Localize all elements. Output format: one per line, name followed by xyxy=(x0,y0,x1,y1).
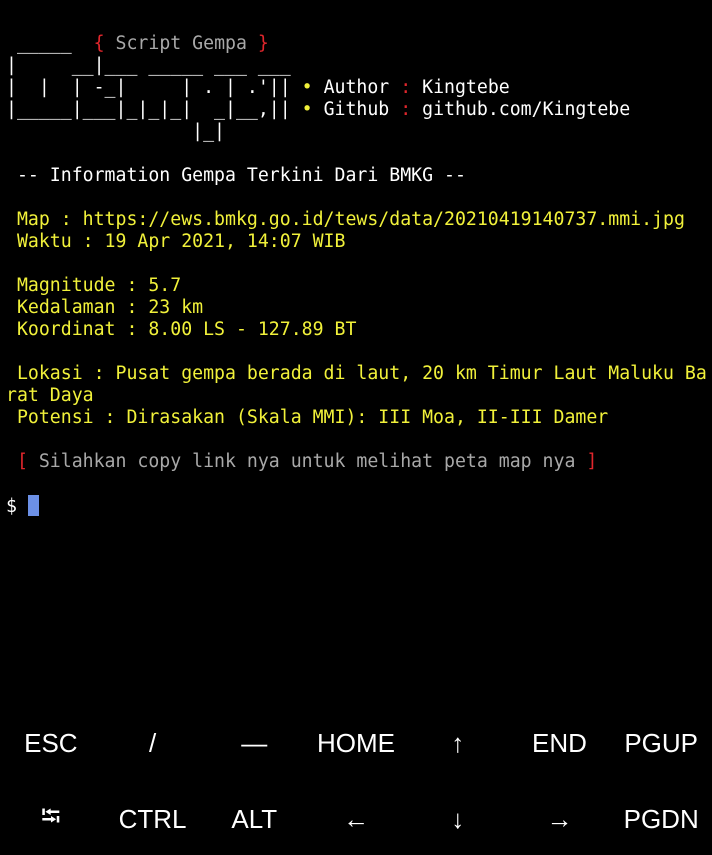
potensi-line: Potensi : Dirasakan (Skala MMI): III Moa… xyxy=(6,407,609,428)
banner-line-3: | | | -_| | . | .'|| • Author : Kingtebe xyxy=(6,77,510,98)
github-separator: : xyxy=(400,99,412,120)
key-left-arrow-icon[interactable]: ← xyxy=(305,784,407,855)
author-value: Kingtebe xyxy=(422,77,510,98)
magnitude-line: Magnitude : 5.7 xyxy=(6,275,182,296)
key-slash[interactable]: / xyxy=(102,708,204,779)
prompt-line[interactable]: $ xyxy=(6,495,710,517)
bullet-icon: • xyxy=(301,99,313,120)
key-esc[interactable]: ESC xyxy=(0,708,102,779)
extra-keys-bar: ESC / — HOME ↑ END PGUP ⭾ CTRL ALT ← ↓ →… xyxy=(0,708,712,850)
key-pgdn[interactable]: PGDN xyxy=(610,784,712,855)
banner-title: Script Gempa xyxy=(115,33,247,54)
notice-line: [ Silahkan copy link nya untuk melihat p… xyxy=(6,451,710,473)
banner-line-2: | __|___ _____ ___ ___ xyxy=(6,55,710,77)
key-down-arrow-icon[interactable]: ↓ xyxy=(407,784,509,855)
banner-line-5: |_| xyxy=(6,121,710,143)
lokasi-line: Lokasi : Pusat gempa berada di laut, 20 … xyxy=(6,363,707,384)
notice-bracket-close: ] xyxy=(586,451,598,472)
author-separator: : xyxy=(400,77,412,98)
banner-line-4: |_____|___|_|_|_| _|__,|| • Github : git… xyxy=(6,99,631,120)
notice-text: Silahkan copy link nya untuk melihat pet… xyxy=(27,451,587,472)
map-line: Map : https://ews.bmkg.go.id/tews/data/2… xyxy=(6,209,685,230)
text-cursor[interactable] xyxy=(27,495,39,516)
banner-art: | __|___ _____ ___ ___ xyxy=(6,55,291,76)
kedalaman-line: Kedalaman : 23 km xyxy=(6,297,204,318)
banner-brace-close: } xyxy=(246,33,269,54)
github-value: github.com/Kingtebe xyxy=(422,99,631,120)
terminal-output[interactable]: _____ { Script Gempa } | __|___ _____ __… xyxy=(6,33,710,517)
lokasi-line-wrap: rat Daya xyxy=(6,385,94,406)
extra-keys-row-1: ESC / — HOME ↑ END PGUP xyxy=(0,708,712,779)
key-alt[interactable]: ALT xyxy=(203,784,305,855)
key-home[interactable]: HOME xyxy=(305,708,407,779)
waktu-line: Waktu : 19 Apr 2021, 14:07 WIB xyxy=(6,231,346,252)
github-label: Github xyxy=(323,99,390,120)
bullet-icon: • xyxy=(301,77,313,98)
info-header: -- Information Gempa Terkini Dari BMKG -… xyxy=(6,165,466,186)
shell-prompt: $ xyxy=(6,496,28,517)
koordinat-line: Koordinat : 8.00 LS - 127.89 BT xyxy=(6,319,357,340)
banner-art: |_____|___|_|_|_| _|__,| xyxy=(6,99,280,120)
key-pgup[interactable]: PGUP xyxy=(610,708,712,779)
key-dash[interactable]: — xyxy=(203,708,305,779)
author-label: Author xyxy=(323,77,390,98)
notice-bracket-open: [ xyxy=(6,451,28,472)
banner-line-1: _____ { Script Gempa } xyxy=(6,33,710,55)
banner-brace-open: { xyxy=(93,33,116,54)
key-up-arrow-icon[interactable]: ↑ xyxy=(407,708,509,779)
key-ctrl[interactable]: CTRL xyxy=(102,784,204,855)
extra-keys-row-2: ⭾ CTRL ALT ← ↓ → PGDN xyxy=(0,784,712,855)
banner-art: | | | -_| | . | .'| xyxy=(6,77,280,98)
banner-art: |_| xyxy=(6,121,225,142)
key-right-arrow-icon[interactable]: → xyxy=(509,784,611,855)
key-tab-icon[interactable]: ⭾ xyxy=(0,784,102,855)
banner-art: _____ xyxy=(6,33,94,54)
key-end[interactable]: END xyxy=(509,708,611,779)
